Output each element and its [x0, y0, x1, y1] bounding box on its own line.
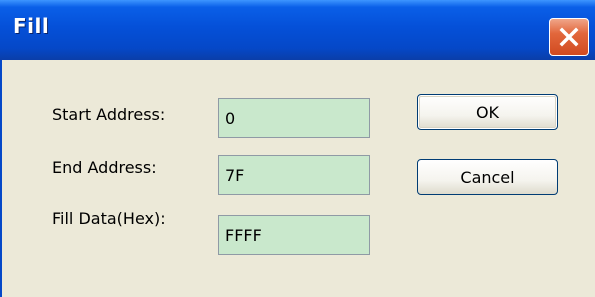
fill-dialog: Fill Start Address: End Address: Fill Da…	[0, 0, 595, 297]
ok-button[interactable]: OK	[417, 94, 558, 130]
end-address-field[interactable]	[218, 155, 370, 195]
fill-data-label: Fill Data(Hex):	[52, 209, 166, 228]
fill-data-field[interactable]	[218, 215, 370, 255]
close-button[interactable]	[549, 18, 589, 56]
start-address-label: Start Address:	[52, 105, 166, 124]
start-address-field[interactable]	[218, 98, 370, 138]
title-bar[interactable]: Fill	[0, 0, 595, 60]
cancel-button[interactable]: Cancel	[417, 159, 558, 195]
close-icon	[558, 26, 580, 48]
end-address-label: End Address:	[52, 158, 157, 177]
dialog-body: Start Address: End Address: Fill Data(He…	[0, 60, 595, 297]
window-title: Fill	[13, 14, 50, 38]
